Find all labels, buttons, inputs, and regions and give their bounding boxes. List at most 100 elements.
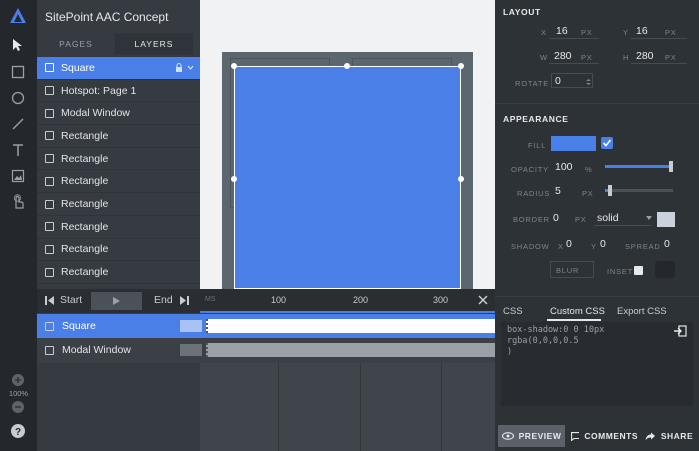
play-button[interactable] (91, 292, 142, 310)
rotate-value[interactable]: 0 (555, 75, 561, 87)
shadow-x-value[interactable]: 0 (566, 238, 572, 250)
tab-pages[interactable]: PAGES (37, 33, 115, 55)
css-editor[interactable]: box-shadow:0 0 10px rgba(0,0,0,0.5 ) (501, 322, 693, 406)
app-logo-icon[interactable] (8, 6, 28, 26)
opacity-slider-track[interactable] (605, 165, 673, 168)
share-button[interactable]: SHARE (642, 425, 696, 447)
comments-button[interactable]: COMMENTS (571, 425, 638, 447)
close-timeline-icon[interactable] (478, 295, 488, 305)
animation-track-bar[interactable] (206, 343, 495, 357)
tab-css[interactable]: CSS (503, 306, 523, 317)
inset-checkbox[interactable] (634, 266, 643, 275)
layer-item[interactable]: Modal Window (37, 102, 200, 126)
fill-enabled-checkbox[interactable] (601, 137, 613, 149)
layer-item[interactable]: Rectangle (37, 193, 200, 216)
resize-handle[interactable] (231, 63, 237, 69)
hide-icon[interactable] (187, 63, 194, 72)
radius-label: RADIUS (517, 189, 551, 198)
rotate-stepper-icon[interactable] (586, 79, 591, 85)
spread-value[interactable]: 0 (664, 238, 670, 250)
layer-visibility-checkbox[interactable] (45, 244, 54, 254)
ruler-mark: 300 (433, 295, 449, 305)
layer-visibility-checkbox[interactable] (45, 63, 54, 73)
layer-item[interactable]: Rectangle (37, 171, 200, 194)
layer-visibility-checkbox[interactable] (45, 267, 54, 277)
zoom-in-icon[interactable] (8, 370, 28, 390)
design-canvas[interactable] (200, 0, 495, 289)
line-tool-icon[interactable] (8, 114, 28, 134)
chevron-down-icon[interactable] (646, 216, 652, 220)
radius-slider-track[interactable] (605, 189, 673, 192)
animation-track-bar[interactable] (206, 319, 495, 333)
comments-label: COMMENTS (584, 431, 638, 441)
y-value[interactable]: 16 (636, 25, 648, 37)
image-tool-icon[interactable] (8, 166, 28, 186)
y-unit: PX (665, 28, 677, 37)
border-value[interactable]: 0 (553, 212, 559, 224)
x-unit: PX (581, 28, 593, 37)
start-label[interactable]: Start (60, 294, 82, 306)
shadow-y-label: Y (591, 242, 597, 251)
layer-item[interactable]: Rectangle (37, 216, 200, 239)
ruler-mark: 200 (353, 295, 369, 305)
shadow-y-value[interactable]: 0 (600, 238, 606, 250)
help-icon[interactable]: ? (8, 421, 28, 441)
zoom-out-icon[interactable] (8, 397, 28, 417)
ellipse-tool-icon[interactable] (8, 88, 28, 108)
layer-visibility-checkbox[interactable] (45, 199, 54, 209)
shadow-color-swatch[interactable] (655, 261, 675, 278)
skip-end-icon[interactable] (180, 296, 189, 305)
layer-item[interactable]: Rectangle (37, 148, 200, 171)
layer-visibility-checkbox[interactable] (45, 86, 54, 96)
hotspot-tool-icon[interactable] (8, 192, 28, 212)
tab-custom-css[interactable]: Custom CSS (550, 306, 605, 317)
layer-visibility-checkbox[interactable] (45, 176, 54, 186)
timeline-row[interactable]: Modal Window (37, 338, 495, 362)
opacity-value[interactable]: 100 (555, 161, 573, 173)
tab-export-css[interactable]: Export CSS (617, 306, 667, 317)
h-value[interactable]: 280 (636, 50, 654, 62)
resize-handle[interactable] (344, 63, 350, 69)
timeline-row-checkbox[interactable] (45, 345, 54, 355)
border-style-value[interactable]: solid (597, 212, 619, 224)
fill-color-swatch[interactable] (551, 136, 596, 151)
radius-slider-handle[interactable] (608, 185, 613, 196)
opacity-slider-handle[interactable] (669, 161, 673, 172)
text-tool-icon[interactable] (8, 140, 28, 160)
layer-label: Rectangle (61, 198, 109, 211)
timeline-row-label: Modal Window (62, 344, 131, 356)
layer-item[interactable]: Rectangle (37, 239, 200, 262)
css-code[interactable]: box-shadow:0 0 10px rgba(0,0,0,0.5 ) (507, 325, 687, 358)
preview-button[interactable]: PREVIEW (498, 425, 565, 447)
resize-handle[interactable] (458, 176, 464, 182)
layer-item[interactable]: Rectangle (37, 125, 200, 148)
tab-layers[interactable]: LAYERS (115, 33, 193, 55)
resize-handle[interactable] (231, 176, 237, 182)
pointer-tool-icon[interactable] (8, 35, 28, 55)
layer-visibility-checkbox[interactable] (45, 222, 54, 232)
lock-icon[interactable] (175, 63, 183, 73)
layout-title: LAYOUT (503, 7, 541, 17)
appearance-title: APPEARANCE (503, 114, 569, 124)
rectangle-tool-icon[interactable] (8, 62, 28, 82)
layer-item[interactable]: Square (37, 57, 200, 80)
layer-label: Rectangle (61, 243, 109, 256)
timeline-thumbnail (180, 344, 202, 356)
layer-item[interactable]: Rectangle (37, 261, 200, 284)
layer-visibility-checkbox[interactable] (45, 108, 54, 118)
layer-visibility-checkbox[interactable] (45, 131, 54, 141)
layer-item[interactable]: Hotspot: Page 1 (37, 80, 200, 103)
app-title: SitePoint AAC Concept (45, 10, 169, 24)
timeline-row[interactable]: Square (37, 314, 495, 338)
x-value[interactable]: 16 (556, 25, 568, 37)
end-label[interactable]: End (154, 294, 173, 306)
skip-start-icon[interactable] (45, 296, 54, 305)
layer-visibility-checkbox[interactable] (45, 154, 54, 164)
timeline-row-label: Square (62, 320, 96, 332)
border-color-swatch[interactable] (657, 212, 675, 227)
timeline-row-checkbox[interactable] (45, 321, 54, 331)
w-value[interactable]: 280 (554, 50, 572, 62)
resize-handle[interactable] (458, 63, 464, 69)
radius-value[interactable]: 5 (555, 185, 561, 197)
insert-css-icon[interactable] (673, 325, 687, 337)
